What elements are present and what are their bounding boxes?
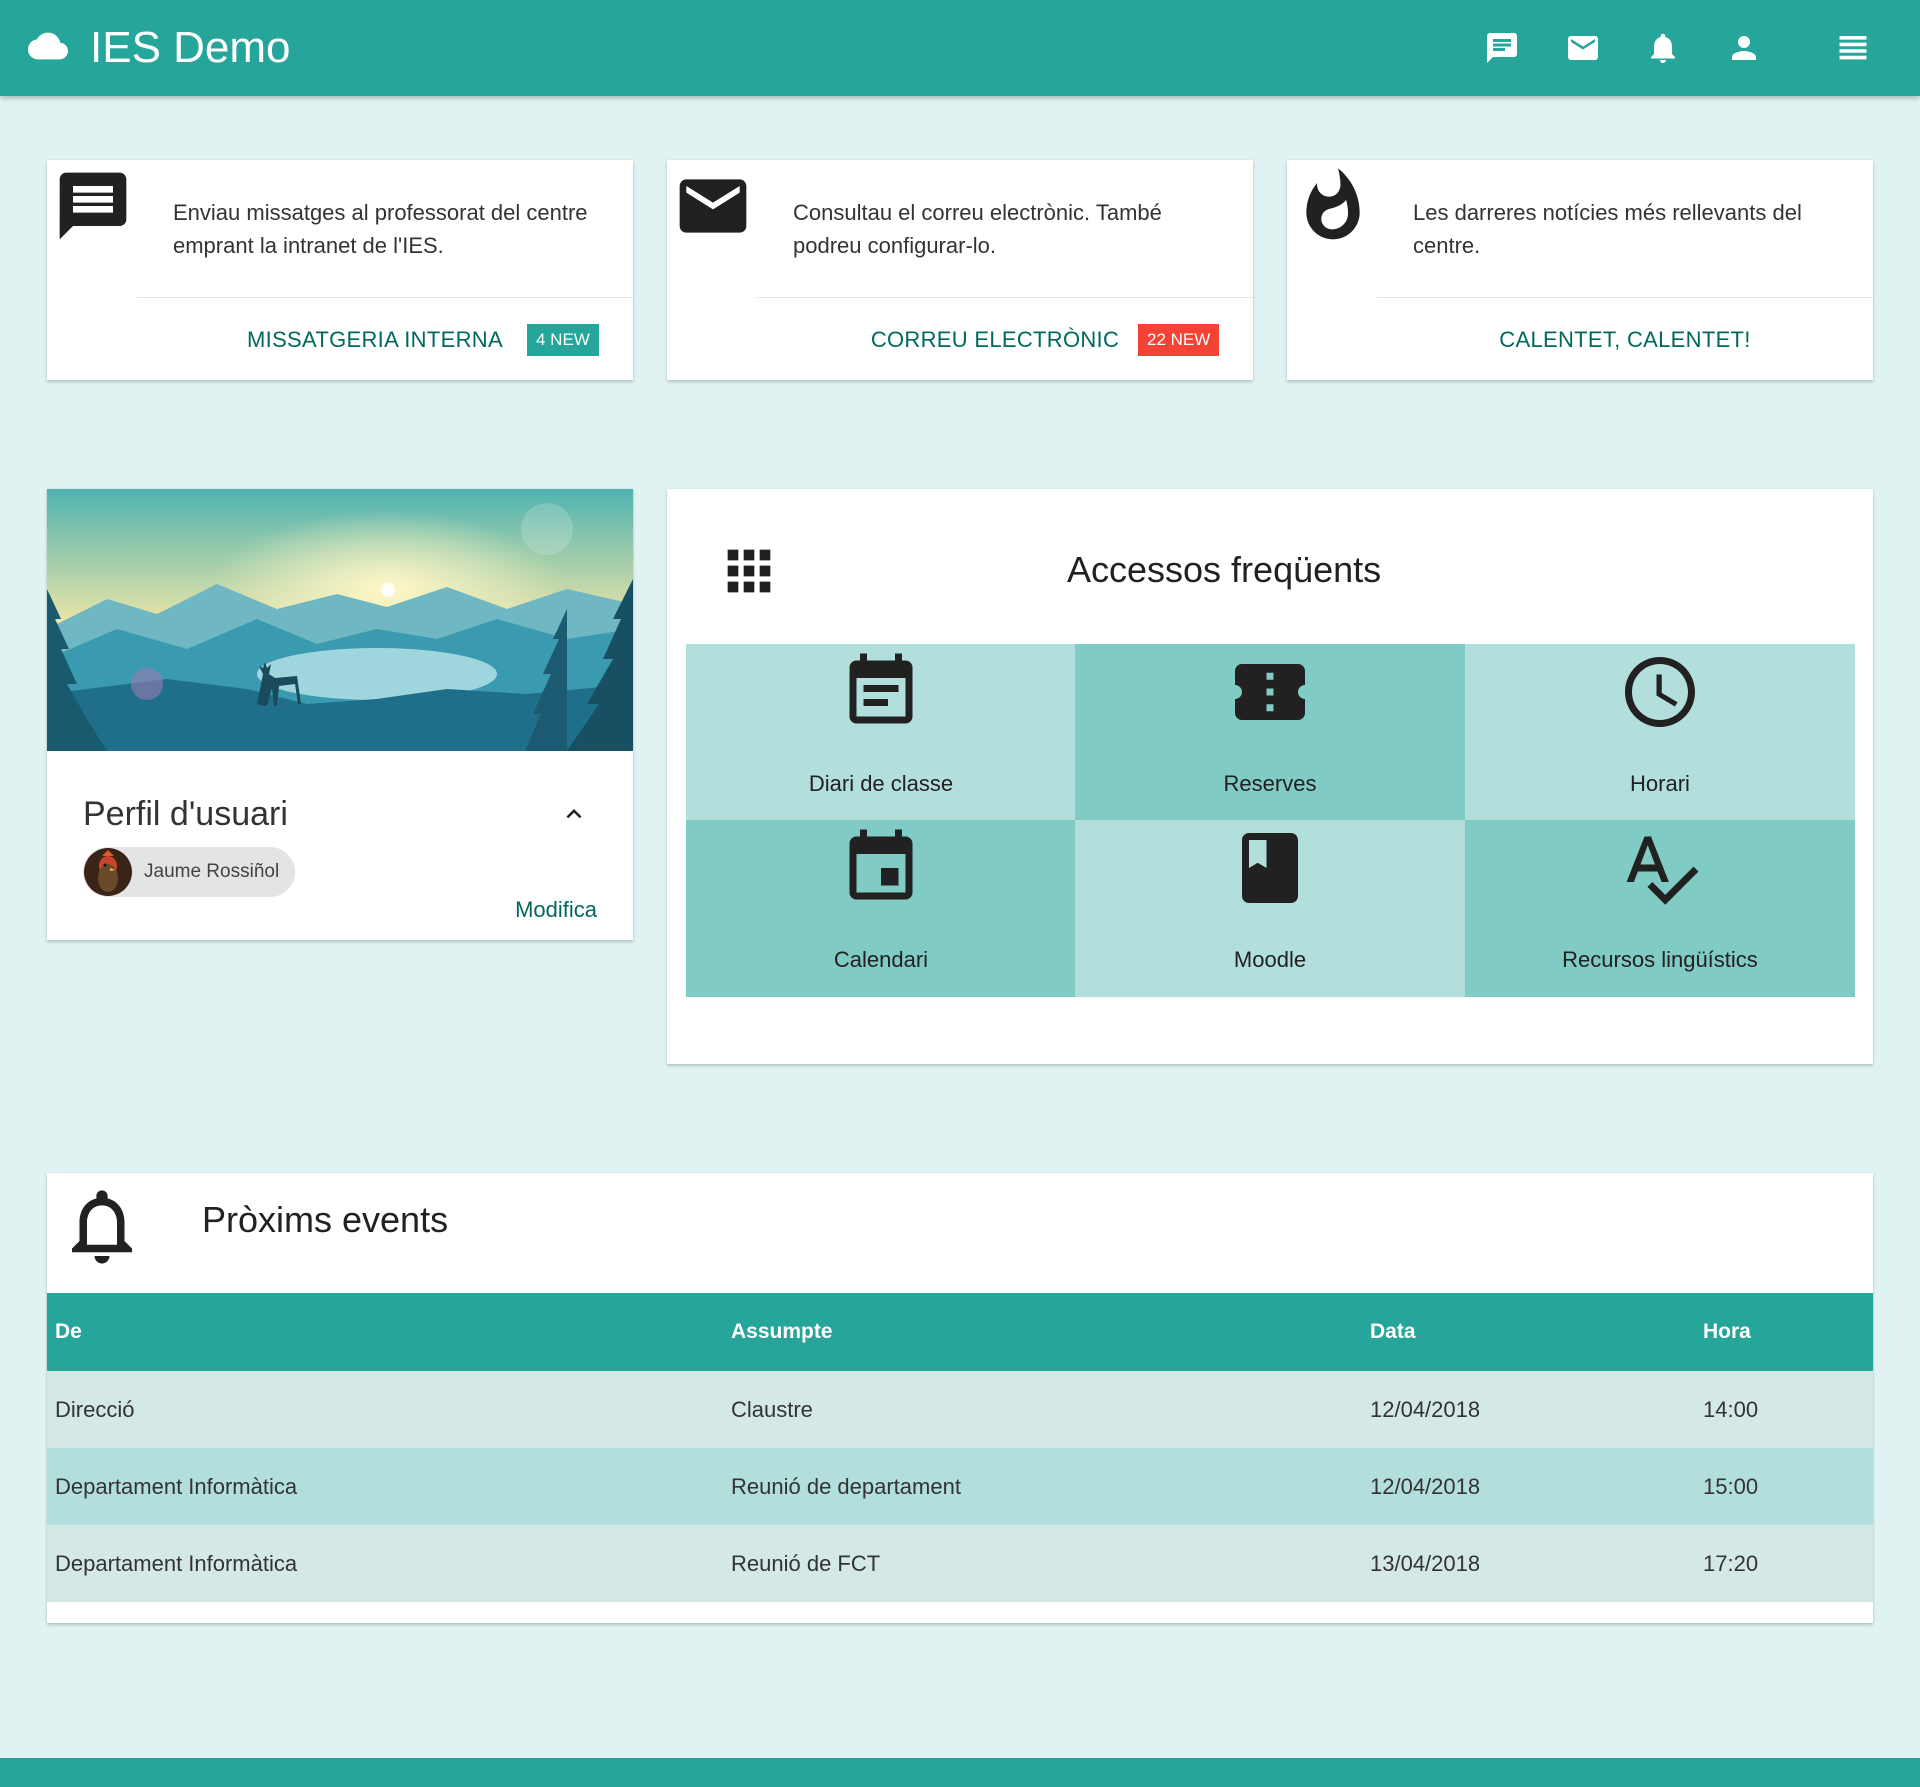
bell-icon[interactable] <box>1643 28 1683 68</box>
cell-from: Direcció <box>47 1371 723 1448</box>
cell-subject: Claustre <box>723 1371 1362 1448</box>
card-description: Enviau missatges al professorat del cent… <box>173 200 588 258</box>
tile-moodle[interactable]: Moodle <box>1075 820 1465 997</box>
footer-bar <box>0 1758 1920 1787</box>
tile-label: Moodle <box>1233 947 1307 972</box>
cell-date: 12/04/2018 <box>1362 1448 1695 1525</box>
cell-subject: Reunió de departament <box>723 1448 1362 1525</box>
cell-subject: Reunió de FCT <box>723 1525 1362 1602</box>
cloud-icon <box>28 26 68 71</box>
table-header-row: De Assumpte Data Hora <box>47 1293 1873 1371</box>
profile-title: Perfil d'usuari <box>83 795 288 833</box>
tile-label: Recursos lingüístics <box>1562 947 1758 972</box>
frequent-access-card: Accessos freqüents Diari de classe Reser… <box>667 489 1873 1064</box>
events-table: De Assumpte Data Hora Direcció Claustre … <box>47 1293 1873 1602</box>
cell-from: Departament Informàtica <box>47 1448 723 1525</box>
new-badge: 22 NEW <box>1138 324 1220 356</box>
menu-icon[interactable] <box>1833 28 1873 68</box>
access-title: Accessos freqüents <box>1067 549 1382 590</box>
tile-calendari[interactable]: Calendari <box>686 820 1076 997</box>
mail-icon[interactable] <box>1563 28 1603 68</box>
column-header[interactable]: Data <box>1362 1293 1695 1371</box>
card-description: Consultau el correu electrònic. També po… <box>793 200 1162 258</box>
table-row[interactable]: Departament Informàtica Reunió de FCT 13… <box>47 1525 1873 1602</box>
cell-time: 14:00 <box>1695 1371 1873 1448</box>
profile-card: Perfil d'usuari Jaume Rossiñol Modifica <box>47 489 633 940</box>
top-navbar: IES Demo <box>0 0 1920 96</box>
mail-icon <box>673 166 753 246</box>
cell-date: 12/04/2018 <box>1362 1371 1695 1448</box>
profile-background-image <box>47 489 633 751</box>
divider <box>1377 297 1873 298</box>
column-header[interactable]: De <box>47 1293 723 1371</box>
edit-profile-link[interactable]: Modifica <box>515 897 597 923</box>
column-header[interactable]: Assumpte <box>723 1293 1362 1371</box>
message-icon <box>53 166 133 246</box>
app-title: IES Demo <box>90 23 291 72</box>
user-chip[interactable]: Jaume Rossiñol <box>83 847 295 897</box>
news-link[interactable]: CALENTET, CALENTET! <box>1377 320 1873 360</box>
cell-time: 15:00 <box>1695 1448 1873 1525</box>
avatar <box>84 848 132 896</box>
clock-icon <box>1465 650 1855 734</box>
user-name: Jaume Rossiñol <box>144 861 280 882</box>
access-tiles: Diari de classe Reserves Horari Calendar… <box>686 644 1855 997</box>
upcoming-events-card: Pròxims events De Assumpte Data Hora Dir… <box>47 1173 1873 1623</box>
cell-from: Departament Informàtica <box>47 1525 723 1602</box>
brand[interactable]: IES Demo <box>28 0 291 96</box>
tile-label: Horari <box>1630 771 1690 796</box>
email-card: Consultau el correu electrònic. També po… <box>667 160 1253 380</box>
calendar-icon <box>686 826 1076 910</box>
news-card: Les darreres notícies més rellevants del… <box>1287 160 1873 380</box>
card-description: Les darreres notícies més rellevants del… <box>1413 200 1802 258</box>
spellcheck-icon <box>1465 826 1855 910</box>
column-header[interactable]: Hora <box>1695 1293 1873 1371</box>
person-icon[interactable] <box>1724 28 1764 68</box>
tile-label: Reserves <box>1223 771 1317 796</box>
new-badge: 4 NEW <box>527 324 599 356</box>
table-row[interactable]: Departament Informàtica Reunió de depart… <box>47 1448 1873 1525</box>
event-note-icon <box>686 650 1076 734</box>
divider <box>137 297 633 298</box>
cell-time: 17:20 <box>1695 1525 1873 1602</box>
bell-outline-icon <box>57 1181 147 1271</box>
book-icon <box>1075 826 1465 910</box>
messaging-card: Enviau missatges al professorat del cent… <box>47 160 633 380</box>
table-row[interactable]: Direcció Claustre 12/04/2018 14:00 <box>47 1371 1873 1448</box>
tile-recursos-linguistics[interactable]: Recursos lingüístics <box>1465 820 1855 997</box>
divider <box>757 297 1253 298</box>
tile-horari[interactable]: Horari <box>1465 644 1855 821</box>
tile-label: Diari de classe <box>808 771 954 796</box>
events-title: Pròxims events <box>202 1199 449 1240</box>
cell-date: 13/04/2018 <box>1362 1525 1695 1602</box>
tile-reserves[interactable]: Reserves <box>1075 644 1465 821</box>
chevron-up-icon[interactable] <box>559 799 589 829</box>
tile-diari-de-classe[interactable]: Diari de classe <box>686 644 1076 821</box>
tile-label: Calendari <box>833 947 929 972</box>
ticket-icon <box>1075 650 1465 734</box>
chat-icon[interactable] <box>1482 28 1522 68</box>
fire-icon <box>1293 166 1373 246</box>
